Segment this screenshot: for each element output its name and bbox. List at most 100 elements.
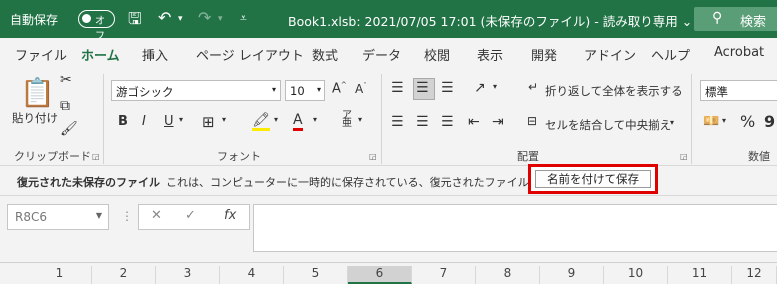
borders-icon[interactable]: ⊞ — [202, 113, 215, 131]
decrease-indent-icon[interactable]: ⇤ — [468, 114, 480, 130]
merge-center-button[interactable]: セルを結合して中央揃え — [545, 117, 671, 133]
number-format-dropdown[interactable]: 標準 — [700, 80, 777, 101]
name-box[interactable]: R8C6 ▼ — [7, 204, 109, 230]
alignment-launcher-icon[interactable]: ◲ — [680, 152, 688, 161]
chevron-down-icon[interactable]: ▾ — [358, 115, 362, 124]
column-header-selected[interactable]: 6 — [348, 266, 412, 284]
tab-addins[interactable]: アドイン — [584, 45, 636, 64]
tab-review[interactable]: 校閲 — [424, 45, 450, 64]
font-size-dropdown[interactable]: 10 ▾ — [285, 80, 325, 101]
info-bar-title: 復元された未保存のファイル — [17, 176, 160, 189]
info-bar-message: これは、コンピューターに一時的に保存されている、復元されたファイルです。 — [166, 176, 561, 189]
column-header[interactable]: 2 — [92, 266, 156, 284]
merge-center-icon[interactable]: ⊟ — [527, 114, 537, 128]
ribbon: 📋 貼り付け ✂ ⧉ 🖌 クリップボード ◲ 游ゴシック ▾ 10 ▾ A^ A… — [0, 68, 777, 166]
phonetic-guide-icon[interactable]: ア亜 — [342, 111, 352, 129]
insert-function-button[interactable]: fx — [224, 208, 236, 223]
column-headers: 1 2 3 4 5 6 7 8 9 10 11 12 — [0, 262, 777, 284]
chevron-down-icon[interactable]: ▾ — [274, 115, 278, 124]
tab-developer[interactable]: 開発 — [531, 45, 557, 64]
comma-style-icon[interactable]: 9 — [764, 112, 775, 131]
enter-icon[interactable]: ✓ — [185, 208, 196, 223]
save-as-highlight: 名前を付けて保存 — [528, 164, 658, 194]
redo-dropdown-icon[interactable]: ▾ — [218, 14, 223, 24]
chevron-down-icon[interactable]: ▾ — [222, 115, 226, 124]
formula-tools: ✕ ✓ fx — [138, 204, 250, 230]
underline-button[interactable]: U — [164, 114, 174, 129]
chevron-down-icon[interactable]: ▾ — [313, 115, 317, 124]
font-launcher-icon[interactable]: ◲ — [369, 152, 377, 161]
paste-icon[interactable]: 📋 — [20, 76, 55, 109]
column-header[interactable]: 10 — [604, 266, 668, 284]
column-header[interactable]: 8 — [476, 266, 540, 284]
tab-home[interactable]: ホーム — [81, 45, 120, 70]
font-name-value: 游ゴシック — [116, 85, 174, 99]
orientation-icon[interactable]: ↗ — [474, 80, 486, 96]
column-header[interactable]: 1 — [28, 266, 92, 284]
formula-bar-grip-icon[interactable]: ⋮ — [121, 209, 133, 223]
font-color-icon[interactable]: A — [293, 112, 303, 131]
accounting-format-icon[interactable]: 💴 — [703, 114, 719, 129]
document-title[interactable]: Book1.xlsb: 2021/07/05 17:01 (未保存のファイル) … — [288, 11, 692, 30]
customize-qat-icon[interactable]: ⩡ — [240, 11, 247, 26]
align-left-icon[interactable]: ☰ — [391, 114, 404, 130]
column-header[interactable]: 3 — [156, 266, 220, 284]
align-top-icon[interactable]: ☰ — [391, 80, 404, 96]
column-header[interactable]: 5 — [284, 266, 348, 284]
copy-icon[interactable]: ⧉ — [60, 98, 70, 114]
chevron-down-icon: ▼ — [95, 211, 102, 220]
undo-dropdown-icon[interactable]: ▾ — [178, 14, 183, 24]
column-header[interactable]: 11 — [668, 266, 732, 284]
column-header[interactable]: 12 — [732, 266, 777, 284]
align-right-icon[interactable]: ☰ — [441, 114, 454, 130]
paste-label[interactable]: 貼り付け — [12, 110, 58, 126]
separator — [103, 74, 104, 164]
decrease-font-icon[interactable]: Aˇ — [355, 82, 367, 96]
align-bottom-icon[interactable]: ☰ — [441, 80, 454, 96]
fill-color-icon[interactable]: 🖍 — [252, 112, 270, 131]
clipboard-launcher-icon[interactable]: ◲ — [92, 152, 100, 161]
tab-page-layout[interactable]: ページ レイアウト — [196, 45, 304, 64]
redo-icon[interactable]: ↷ — [198, 8, 211, 27]
align-middle-icon[interactable]: ☰ — [416, 80, 429, 96]
tab-formulas[interactable]: 数式 — [312, 45, 338, 64]
column-header[interactable]: 4 — [220, 266, 284, 284]
font-name-dropdown[interactable]: 游ゴシック ▾ — [111, 80, 281, 101]
chevron-down-icon[interactable]: ▾ — [179, 115, 183, 124]
save-as-button[interactable]: 名前を付けて保存 — [535, 170, 651, 188]
tab-file[interactable]: ファイル — [15, 45, 67, 64]
align-center-icon[interactable]: ☰ — [416, 114, 429, 130]
search-box[interactable]: ⚲ 検索 — [694, 7, 777, 31]
increase-font-icon[interactable]: A^ — [332, 81, 347, 96]
italic-button[interactable]: I — [142, 114, 146, 129]
chevron-down-icon[interactable]: ▾ — [722, 116, 726, 125]
tab-help[interactable]: ヘルプ — [651, 45, 690, 64]
number-format-value: 標準 — [705, 85, 728, 99]
tab-acrobat[interactable]: Acrobat — [714, 45, 764, 60]
formula-input[interactable] — [253, 204, 777, 252]
chevron-down-icon[interactable]: ▾ — [670, 118, 674, 127]
wrap-text-icon[interactable]: ↵ — [528, 80, 538, 94]
undo-icon[interactable]: ↶ — [158, 8, 171, 27]
cancel-icon[interactable]: ✕ — [151, 208, 162, 223]
chevron-down-icon: ▾ — [271, 85, 276, 94]
wrap-text-button[interactable]: 折り返して全体を表示する — [545, 83, 683, 99]
separator — [381, 74, 382, 164]
tab-data[interactable]: データ — [362, 45, 401, 64]
column-header[interactable]: 7 — [412, 266, 476, 284]
autosave-toggle[interactable]: オフ — [78, 10, 115, 42]
chevron-down-icon[interactable]: ▾ — [493, 82, 497, 91]
tab-insert[interactable]: 挿入 — [142, 45, 168, 64]
cut-icon[interactable]: ✂ — [60, 72, 72, 88]
title-bar: 自動保存 オフ 🖫 ↶ ▾ ↷ ▾ ⩡ Book1.xlsb: 2021/07/… — [0, 0, 777, 42]
bold-button[interactable]: B — [118, 114, 128, 129]
format-painter-icon[interactable]: 🖌 — [60, 121, 78, 137]
info-bar: 復元された未保存のファイル これは、コンピューターに一時的に保存されている、復元… — [0, 166, 777, 196]
increase-indent-icon[interactable]: ⇥ — [492, 114, 504, 130]
alignment-group-label: 配置 — [517, 150, 539, 163]
save-icon[interactable]: 🖫 — [128, 8, 142, 35]
percent-icon[interactable]: % — [740, 112, 755, 131]
tab-view[interactable]: 表示 — [477, 45, 503, 64]
chevron-down-icon: ▾ — [316, 85, 321, 94]
column-header[interactable]: 9 — [540, 266, 604, 284]
